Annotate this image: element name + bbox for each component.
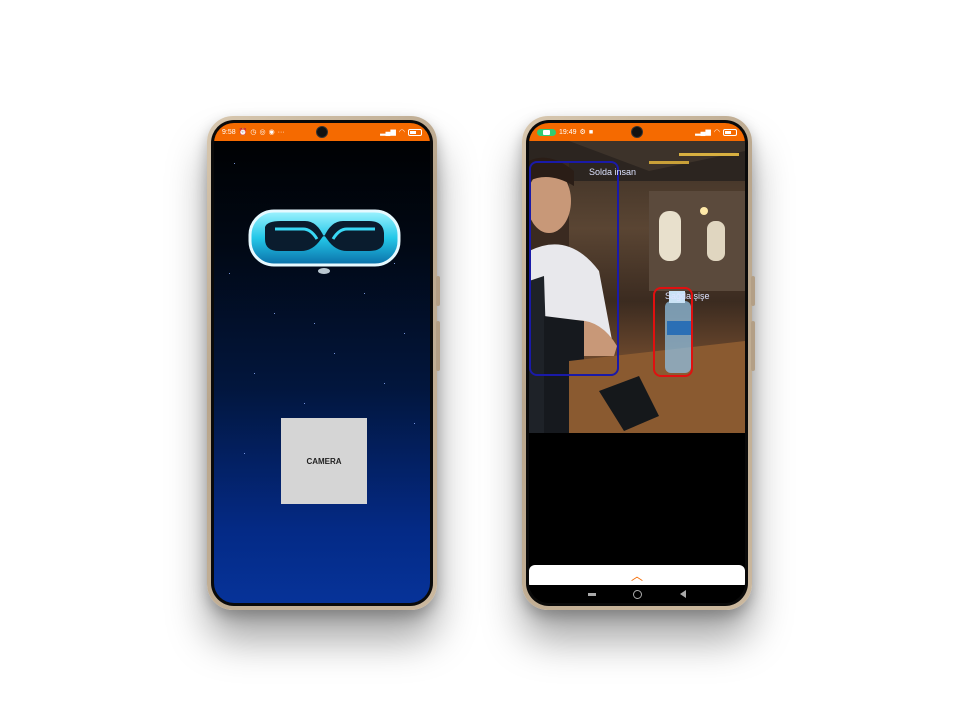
detection-label-person: Solda insan (589, 167, 637, 177)
camera-screen: 19:49 ⚙ ■ ▂▄▆ ◠ Solda insan Sağda şişe ︿ (529, 123, 745, 603)
vr-goggles-logo (248, 209, 401, 274)
bottom-sheet-handle[interactable]: ︿ (529, 565, 745, 585)
chevron-up-icon[interactable]: ︿ (631, 567, 643, 584)
home-icon[interactable] (633, 589, 643, 599)
starfield (214, 123, 430, 603)
camera-preview: Solda insan Sağda şişe (529, 141, 745, 433)
battery-icon (408, 128, 422, 136)
status-time: 9:58 (222, 128, 236, 136)
showcase-stage: 9:58 ⏰ ◷ ◎ ◉ ··· ▂▄▆ ◠ CAMERA 19:49 ⚙ ■ … (0, 0, 960, 720)
whatsapp-icon: ◎ (259, 129, 266, 136)
clock-icon: ◷ (250, 129, 257, 136)
front-camera (316, 126, 328, 138)
camera-button[interactable]: CAMERA (281, 418, 367, 504)
more-icon: ··· (277, 128, 285, 136)
status-time: 19:49 (559, 128, 577, 136)
power-button (751, 321, 755, 371)
detection-box-person (529, 161, 619, 376)
phone-left: 9:58 ⏰ ◷ ◎ ◉ ··· ▂▄▆ ◠ CAMERA (207, 116, 440, 610)
signal-icon: ▂▄▆ (380, 129, 396, 136)
wifi-icon: ◠ (398, 129, 405, 136)
camera-in-use-icon (537, 128, 556, 136)
phone-bezel: 9:58 ⏰ ◷ ◎ ◉ ··· ▂▄▆ ◠ CAMERA (211, 120, 433, 606)
skype-icon: ◉ (268, 129, 275, 136)
volume-button (436, 276, 440, 306)
video-icon: ■ (588, 128, 594, 136)
wifi-icon: ◠ (713, 129, 720, 136)
home-screen: 9:58 ⏰ ◷ ◎ ◉ ··· ▂▄▆ ◠ CAMERA (214, 123, 430, 603)
detection-label-bottle: Sağda şişe (665, 291, 710, 301)
alarm-icon: ⏰ (238, 129, 248, 136)
front-camera (631, 126, 643, 138)
phone-right: 19:49 ⚙ ■ ▂▄▆ ◠ Solda insan Sağda şişe ︿ (522, 116, 755, 610)
settings-icon: ⚙ (579, 129, 586, 136)
recents-icon[interactable] (587, 592, 596, 596)
battery-icon (723, 128, 737, 136)
navigation-bar (529, 585, 745, 603)
volume-button (751, 276, 755, 306)
back-icon[interactable] (680, 590, 687, 598)
signal-icon: ▂▄▆ (695, 129, 711, 136)
phone-bezel: 19:49 ⚙ ■ ▂▄▆ ◠ Solda insan Sağda şişe ︿ (526, 120, 748, 606)
power-button (436, 321, 440, 371)
